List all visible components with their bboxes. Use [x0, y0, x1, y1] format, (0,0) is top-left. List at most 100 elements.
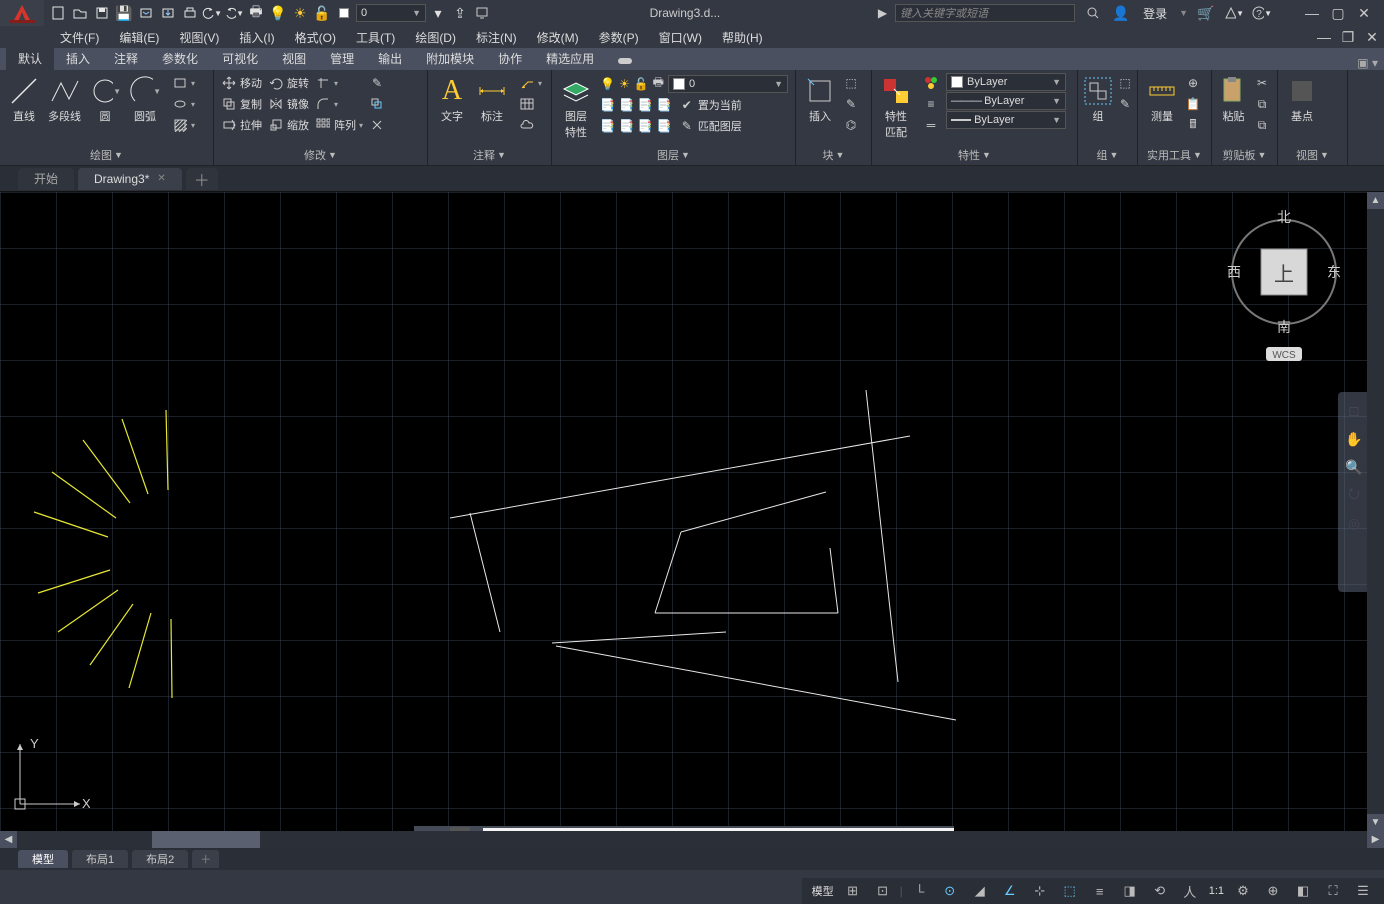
tool-table-icon[interactable]	[516, 94, 545, 114]
menu-draw[interactable]: 绘图(D)	[405, 27, 466, 48]
panel-title-block[interactable]: 块▼	[800, 145, 867, 163]
panel-title-properties[interactable]: 特性▼	[876, 145, 1073, 163]
nav-wheel-icon[interactable]: ◎	[1343, 512, 1365, 534]
block-icon-1[interactable]: ⬚	[840, 73, 862, 93]
help-icon[interactable]: ?▼	[1252, 3, 1272, 23]
util-icon-3[interactable]: 🖩	[1182, 115, 1204, 135]
tool-layer-props[interactable]: 图层 特性	[556, 73, 596, 142]
nav-full-icon[interactable]: ⊡	[1343, 400, 1365, 422]
status-snap-icon[interactable]: ⊡	[870, 880, 896, 902]
web-open-icon[interactable]	[136, 3, 156, 23]
tool-setcurrent[interactable]: ✔置为当前	[676, 95, 745, 115]
layer-combo[interactable]: 0▼	[668, 75, 788, 93]
menu-help[interactable]: 帮助(H)	[712, 27, 773, 48]
status-model[interactable]: 模型	[810, 883, 836, 899]
child-close-icon[interactable]: ✕	[1360, 27, 1384, 47]
panel-title-draw[interactable]: 绘图▼	[4, 145, 209, 163]
minimize-button[interactable]: —	[1300, 3, 1324, 23]
tab-addons[interactable]: 附加模块	[414, 47, 486, 70]
tool-mirror[interactable]: 镜像	[265, 94, 312, 114]
tool-copy[interactable]: 复制	[218, 94, 265, 114]
clip-more-icon[interactable]: ⧉	[1251, 115, 1273, 135]
tab-visualize[interactable]: 可视化	[210, 47, 270, 70]
tool-text[interactable]: A文字	[432, 73, 472, 126]
web-save-icon[interactable]	[158, 3, 178, 23]
tool-array[interactable]: 阵列▾	[312, 115, 366, 135]
autodesk-app-icon[interactable]: ▼	[1224, 3, 1244, 23]
util-icon-2[interactable]: 📋	[1182, 94, 1204, 114]
nav-pan-icon[interactable]: ✋	[1343, 428, 1365, 450]
nav-orbit-icon[interactable]: ⭮	[1343, 484, 1365, 506]
status-clean-icon[interactable]: ⛶	[1320, 880, 1346, 902]
tab-model[interactable]: 模型	[18, 850, 68, 868]
new-icon[interactable]	[48, 3, 68, 23]
navigation-bar[interactable]: ⊡ ✋ 🔍 ⭮ ◎	[1338, 392, 1370, 592]
tab-extra[interactable]	[606, 50, 644, 70]
status-osnap-icon[interactable]: ∠	[997, 880, 1023, 902]
tab-featured[interactable]: 精选应用	[534, 47, 606, 70]
menu-modify[interactable]: 修改(M)	[527, 27, 589, 48]
tool-paste[interactable]: 粘贴	[1216, 73, 1251, 126]
close-button[interactable]: ✕	[1352, 3, 1376, 23]
tab-output[interactable]: 输出	[366, 47, 414, 70]
status-iso-icon[interactable]: ◢	[967, 880, 993, 902]
tool-arc[interactable]: ▼圆弧	[125, 73, 165, 126]
tool-cloud-icon[interactable]	[516, 115, 545, 135]
panel-title-clipboard[interactable]: 剪贴板▼	[1216, 145, 1273, 163]
doc-tab-drawing[interactable]: Drawing3*✕	[78, 168, 182, 190]
saveas-icon[interactable]: 💾	[114, 3, 134, 23]
bulb-yellow-icon[interactable]: 💡	[268, 3, 288, 23]
tool-hatch[interactable]: ▾	[169, 115, 198, 135]
tool-erase-icon[interactable]: ✎	[366, 73, 388, 93]
block-icon-2[interactable]: ✎	[840, 94, 862, 114]
tool-leader-icon[interactable]: ▾	[516, 73, 545, 93]
vertical-scrollbar[interactable]: ▲▼	[1367, 192, 1384, 831]
dropdown-more-icon[interactable]: ▾	[428, 3, 448, 23]
status-dyn-icon[interactable]: ⬚	[1057, 880, 1083, 902]
tool-line[interactable]: 直线	[4, 73, 44, 126]
tool-explode-icon[interactable]	[366, 115, 388, 135]
close-icon[interactable]: ✕	[157, 173, 165, 184]
tool-matchlayer[interactable]: ✎匹配图层	[676, 116, 745, 136]
drawing-canvas[interactable]: 北 东 南 西 上 WCS ⊡ ✋ 🔍 ⭮ ◎ Y X ⋮⋮ ✕ 🔧 ▸_ ▼	[0, 192, 1384, 848]
tab-view[interactable]: 视图	[270, 47, 318, 70]
clip-cut-icon[interactable]: ✂	[1251, 73, 1273, 93]
status-otrack-icon[interactable]: ⊹	[1027, 880, 1053, 902]
status-menu-icon[interactable]: ☰	[1350, 880, 1376, 902]
nav-zoom-icon[interactable]: 🔍	[1343, 456, 1365, 478]
group-icon-1[interactable]: ⬚	[1114, 73, 1136, 93]
status-lwt-icon[interactable]: ≡	[1087, 880, 1113, 902]
tab-layout2[interactable]: 布局2	[132, 850, 188, 868]
print-icon[interactable]: 🖶	[246, 3, 266, 23]
color-combo[interactable]: ByLayer▼	[946, 73, 1066, 91]
status-iso2-icon[interactable]: ◧	[1290, 880, 1316, 902]
menu-insert[interactable]: 插入(I)	[229, 27, 284, 48]
panel-title-modify[interactable]: 修改▼	[218, 145, 423, 163]
tab-param[interactable]: 参数化	[150, 47, 210, 70]
block-icon-3[interactable]: ⌬	[840, 115, 862, 135]
tool-circle[interactable]: ▼圆	[85, 73, 125, 126]
status-grid-icon[interactable]: ⊞	[840, 880, 866, 902]
doc-tab-start[interactable]: 开始	[18, 168, 74, 190]
panel-title-util[interactable]: 实用工具▼	[1142, 145, 1207, 163]
menu-file[interactable]: 文件(F)	[50, 27, 109, 48]
lock-icon[interactable]: 🔓	[312, 3, 332, 23]
tool-basepoint[interactable]: 基点	[1282, 73, 1322, 126]
plot-icon[interactable]	[180, 3, 200, 23]
tool-match-props[interactable]: 特性 匹配	[876, 73, 916, 142]
open-icon[interactable]	[70, 3, 90, 23]
status-more-icon[interactable]: ⊕	[1260, 880, 1286, 902]
prop-icon-2[interactable]: ≡	[920, 94, 942, 114]
search-input[interactable]: 键入关键字或短语	[895, 4, 1075, 22]
app-logo[interactable]	[0, 0, 44, 26]
tool-dim[interactable]: 标注	[472, 73, 512, 126]
redo-icon[interactable]: ▼	[224, 3, 244, 23]
menu-dim[interactable]: 标注(N)	[466, 27, 527, 48]
status-cycle-icon[interactable]: ⟲	[1147, 880, 1173, 902]
doc-tab-new[interactable]: ＋	[186, 168, 218, 190]
undo-icon[interactable]: ▼	[202, 3, 222, 23]
ribbon-collapse-icon[interactable]: ▣ ▾	[1351, 56, 1384, 70]
tool-scale[interactable]: 缩放	[265, 115, 312, 135]
menu-view[interactable]: 视图(V)	[169, 27, 229, 48]
tool-rect[interactable]: ▾	[169, 73, 198, 93]
